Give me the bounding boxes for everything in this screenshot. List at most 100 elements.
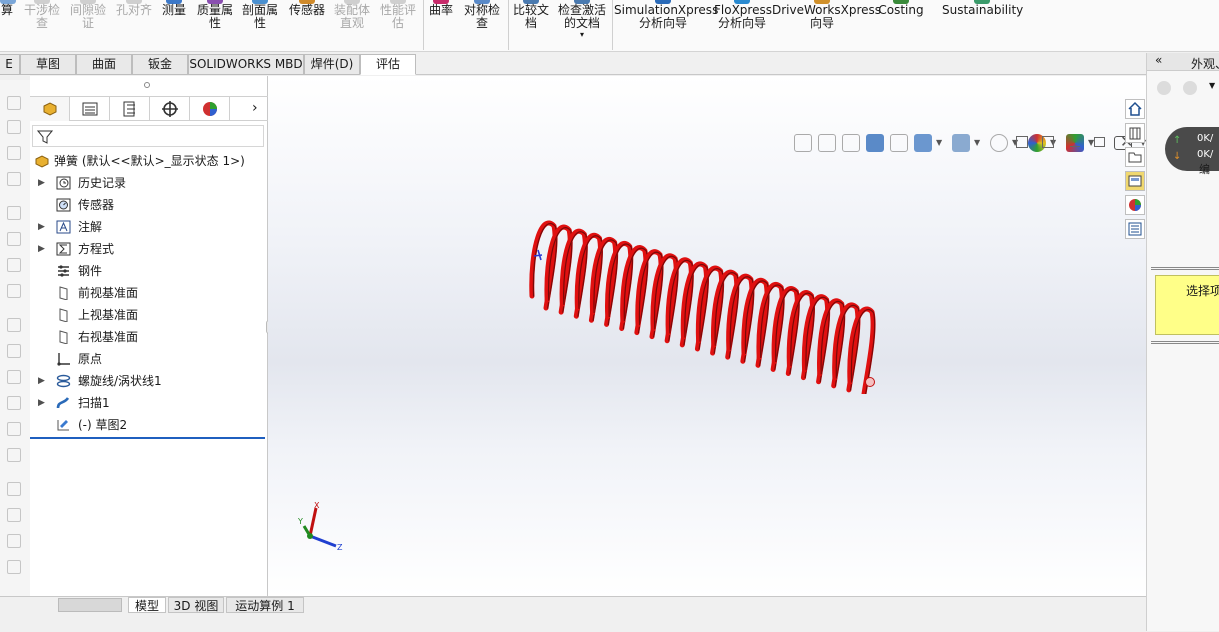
- rollback-bar[interactable]: [30, 437, 265, 439]
- restore-right-icon[interactable]: [1042, 136, 1054, 148]
- driveworks-button[interactable]: DriveWorksXpress 向导: [772, 0, 881, 50]
- hole-align-button[interactable]: 孔对齐: [112, 0, 156, 50]
- previous-view-icon[interactable]: [842, 134, 860, 152]
- perf-eval-button[interactable]: 性能评 估: [376, 0, 420, 50]
- chevron-down-icon[interactable]: ▾: [556, 30, 608, 40]
- custom-properties-icon[interactable]: [1125, 219, 1145, 239]
- forward-icon[interactable]: [1183, 81, 1197, 95]
- section-props-button[interactable]: 剖面属 性: [238, 0, 282, 50]
- tab-display-manager[interactable]: [190, 97, 230, 121]
- expand-icon[interactable]: ▶: [38, 393, 45, 413]
- dynamic-annotation-icon[interactable]: [890, 134, 908, 152]
- tool-icon[interactable]: [7, 232, 21, 246]
- scene-icon[interactable]: [1066, 134, 1084, 152]
- zoom-area-icon[interactable]: [818, 134, 836, 152]
- tab-sheet-metal[interactable]: 钣金: [132, 54, 188, 75]
- chevron-down-icon[interactable]: ▼: [936, 138, 942, 147]
- minimize-icon[interactable]: [1070, 146, 1080, 147]
- tab-surface[interactable]: 曲面: [76, 54, 132, 75]
- tool-icon[interactable]: [7, 284, 21, 298]
- chevron-down-icon[interactable]: ▼: [1209, 81, 1215, 90]
- hide-show-icon[interactable]: [990, 134, 1008, 152]
- tree-node-right-plane[interactable]: 右视基准面: [30, 327, 268, 347]
- filter-box[interactable]: [32, 125, 264, 147]
- tree-node-helix[interactable]: ▶ 螺旋线/涡状线1: [30, 371, 268, 391]
- tree-node-annotations[interactable]: ▶ 注解: [30, 217, 268, 237]
- tool-icon[interactable]: [7, 258, 21, 272]
- chevron-down-icon[interactable]: ▼: [974, 138, 980, 147]
- expand-icon[interactable]: ▶: [38, 239, 45, 259]
- tool-icon[interactable]: [7, 146, 21, 160]
- tree-node-top-plane[interactable]: 上视基准面: [30, 305, 268, 325]
- tool-icon[interactable]: [7, 534, 21, 548]
- restore-left-icon[interactable]: [1016, 136, 1028, 148]
- tool-icon[interactable]: [7, 172, 21, 186]
- tab-nav-buttons[interactable]: [58, 598, 122, 612]
- sensor-button[interactable]: 传感器: [286, 0, 328, 50]
- sustainability-button[interactable]: Sustainability: [942, 0, 1023, 50]
- tab-sketch[interactable]: 草图: [20, 54, 76, 75]
- interference-button[interactable]: 干涉检 查: [20, 0, 64, 50]
- tree-node-sensors[interactable]: 传感器: [30, 195, 268, 215]
- appearances-icon[interactable]: [1125, 195, 1145, 215]
- tool-icon[interactable]: [7, 482, 21, 496]
- tab-evaluate[interactable]: 评估: [360, 54, 416, 75]
- section-view-icon[interactable]: [866, 134, 884, 152]
- costing-button[interactable]: Costing: [876, 0, 926, 50]
- clearance-button[interactable]: 间隙验 证: [66, 0, 110, 50]
- tab-mbd[interactable]: SOLIDWORKS MBD: [188, 54, 304, 75]
- tab-weldments[interactable]: 焊件(D): [304, 54, 360, 75]
- tool-icon[interactable]: [7, 96, 21, 110]
- simxpress-button[interactable]: SimulationXpress 分析向导: [614, 0, 718, 50]
- tool-icon[interactable]: [7, 120, 21, 134]
- tab-motion-study[interactable]: 运动算例 1: [226, 597, 304, 613]
- check-active-button[interactable]: 检查激活 的文档 ▾: [556, 0, 608, 50]
- tree-node-equations[interactable]: ▶ 方程式: [30, 239, 268, 259]
- zoom-fit-icon[interactable]: [794, 134, 812, 152]
- mass-props-button[interactable]: 质量属 性: [194, 0, 236, 50]
- tool-icon[interactable]: [7, 370, 21, 384]
- tree-node-sweep[interactable]: ▶ 扫描1: [30, 393, 268, 413]
- tree-node-material[interactable]: 钢件: [30, 261, 268, 281]
- file-explorer-icon[interactable]: [1125, 147, 1145, 167]
- graphics-viewport[interactable]: ▼ ▼ ▼ ▼ ▼ ▼ ✕ X Y Z: [268, 76, 1146, 596]
- tool-icon[interactable]: [7, 422, 21, 436]
- view-palette-icon[interactable]: [1125, 171, 1145, 191]
- display-style-icon[interactable]: [952, 134, 970, 152]
- tab-feature-tree[interactable]: [30, 97, 70, 121]
- tree-node-sketch2[interactable]: (-) 草图2: [30, 415, 268, 435]
- expand-icon[interactable]: ▶: [38, 217, 45, 237]
- tree-node-origin[interactable]: 原点: [30, 349, 268, 369]
- maximize-icon[interactable]: [1094, 137, 1105, 147]
- tab-dimxpert[interactable]: [150, 97, 190, 121]
- panel-grip-icon[interactable]: [144, 82, 150, 88]
- spring-model[interactable]: [520, 218, 892, 394]
- tab-model[interactable]: 模型: [128, 597, 166, 613]
- tool-icon[interactable]: [7, 206, 21, 220]
- tool-icon[interactable]: [7, 448, 21, 462]
- tree-node-history[interactable]: ▶ 历史记录: [30, 173, 268, 193]
- symmetry-check-button[interactable]: 对称检 查: [460, 0, 504, 50]
- design-library-icon[interactable]: [1125, 123, 1145, 143]
- floxpress-button[interactable]: FloXpress 分析向导: [714, 0, 772, 50]
- home-icon[interactable]: [1125, 99, 1145, 119]
- tree-node-front-plane[interactable]: 前视基准面: [30, 283, 268, 303]
- expand-icon[interactable]: ▶: [38, 371, 45, 391]
- back-icon[interactable]: [1157, 81, 1171, 95]
- tool-icon[interactable]: [7, 396, 21, 410]
- tab-configuration[interactable]: [110, 97, 150, 121]
- collapse-icon[interactable]: «: [1155, 53, 1162, 67]
- view-orientation-icon[interactable]: [914, 134, 932, 152]
- tool-icon[interactable]: [7, 508, 21, 522]
- compare-docs-button[interactable]: 比较文 档: [510, 0, 552, 50]
- tool-icon[interactable]: [7, 318, 21, 332]
- assembly-visual-button[interactable]: 装配体 直观: [330, 0, 374, 50]
- ribbon-partial-label[interactable]: 算: [0, 0, 16, 50]
- tab-property-manager[interactable]: [70, 97, 110, 121]
- tab-partial-e[interactable]: E: [0, 54, 20, 75]
- tool-icon[interactable]: [7, 560, 21, 574]
- expand-icon[interactable]: ▶: [38, 173, 45, 193]
- curvature-button[interactable]: 曲率: [426, 0, 456, 50]
- tool-icon[interactable]: [7, 344, 21, 358]
- measure-button[interactable]: 测量: [158, 0, 190, 50]
